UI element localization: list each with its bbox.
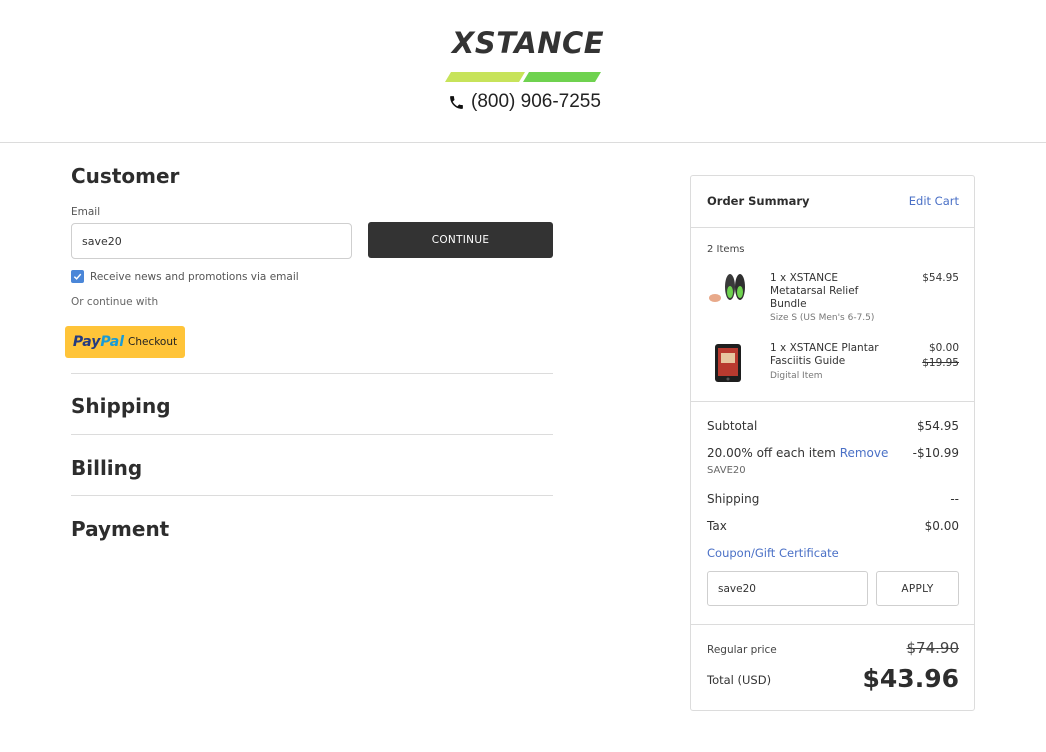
shipping-section-title[interactable]: Shipping <box>71 394 171 418</box>
order-summary-title: Order Summary <box>707 194 810 208</box>
site-header: XSTANCE (800) 906-7255 <box>0 0 1046 143</box>
item-name: 1 x XSTANCE Plantar Fasciitis Guide <box>770 342 879 367</box>
coupon-gift-certificate-link[interactable]: Coupon/Gift Certificate <box>707 546 839 560</box>
phone-contact[interactable]: (800) 906-7255 <box>448 91 601 113</box>
section-divider <box>71 495 553 496</box>
discount-value: -$10.99 <box>912 446 959 460</box>
apply-coupon-button[interactable]: APPLY <box>876 571 959 606</box>
brand-logo[interactable]: XSTANCE <box>452 26 604 60</box>
subtotal-value: $54.95 <box>917 419 959 433</box>
tax-label: Tax <box>707 519 727 533</box>
order-summary-panel: Order Summary Edit Cart 2 Items 1 x XSTA… <box>690 175 975 711</box>
paypal-checkout-label: Checkout <box>128 336 178 348</box>
remove-discount-link[interactable]: Remove <box>840 446 889 460</box>
paypal-checkout-button[interactable]: PayPal Checkout <box>65 326 185 358</box>
phone-icon <box>450 95 463 109</box>
email-field[interactable] <box>71 223 352 259</box>
items-count: 2 Items <box>707 244 745 255</box>
coupon-code-input[interactable] <box>707 571 868 606</box>
regular-price-value: $74.90 <box>906 639 960 657</box>
item-variant: Digital Item <box>770 371 823 381</box>
total-value: $43.96 <box>862 664 959 693</box>
discount-row: 20.00% off each item Remove <box>707 446 888 460</box>
newsletter-checkbox[interactable] <box>71 270 84 283</box>
logo-stripes-icon <box>445 72 601 82</box>
item-price: $0.00 <box>928 342 959 354</box>
email-label: Email <box>71 206 101 218</box>
section-divider <box>71 434 553 435</box>
item-price: $54.95 <box>922 272 959 284</box>
total-label: Total (USD) <box>707 673 772 687</box>
phone-number: (800) 906-7255 <box>471 91 601 112</box>
checkmark-icon <box>73 273 82 280</box>
subtotal-label: Subtotal <box>707 419 758 433</box>
newsletter-option[interactable]: Receive news and promotions via email <box>71 270 299 283</box>
section-divider <box>71 373 553 374</box>
item-original-price: $19.95 <box>922 357 959 369</box>
discount-label: 20.00% off each item <box>707 446 836 460</box>
ebook-product-icon <box>715 344 741 382</box>
or-continue-text: Or continue with <box>71 296 159 308</box>
insole-product-icon <box>709 274 745 302</box>
newsletter-label: Receive news and promotions via email <box>90 270 299 283</box>
paypal-logo: PayPal <box>72 334 124 350</box>
regular-price-label: Regular price <box>707 644 777 656</box>
item-name: 1 x XSTANCE Metatarsal Relief Bundle <box>770 272 859 310</box>
shipping-label: Shipping <box>707 492 760 506</box>
continue-button[interactable]: CONTINUE <box>368 222 553 258</box>
tax-value: $0.00 <box>924 519 959 533</box>
billing-section-title[interactable]: Billing <box>71 456 142 480</box>
edit-cart-link[interactable]: Edit Cart <box>909 194 959 208</box>
customer-section-title: Customer <box>71 164 180 188</box>
payment-section-title[interactable]: Payment <box>71 517 169 541</box>
summary-divider <box>691 624 974 625</box>
summary-divider <box>691 401 974 402</box>
item-variant: Size S (US Men's 6-7.5) <box>770 313 875 323</box>
discount-code: SAVE20 <box>707 465 746 476</box>
shipping-value: -- <box>950 492 959 506</box>
summary-divider <box>691 227 974 228</box>
